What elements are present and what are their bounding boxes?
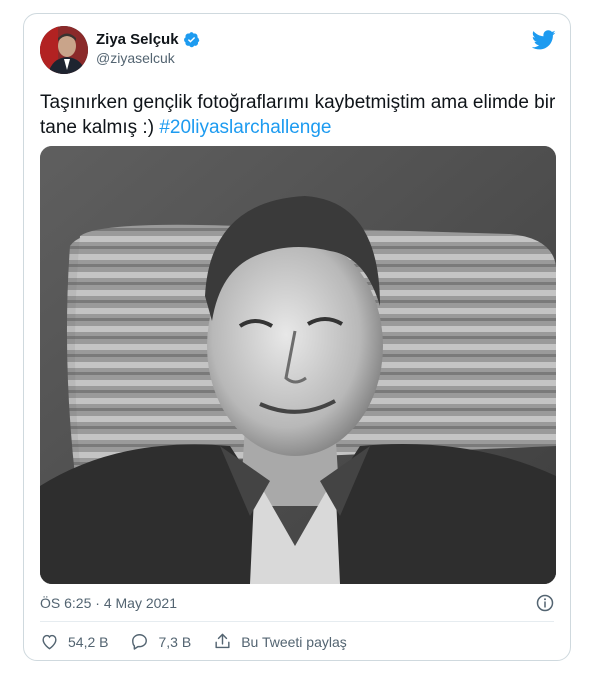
author-display-name[interactable]: Ziya Selçuk xyxy=(96,31,179,48)
info-icon[interactable] xyxy=(536,594,554,612)
verified-badge-icon xyxy=(183,32,199,48)
hashtag-link[interactable]: #20liyaslarchallenge xyxy=(159,117,331,138)
tweet-photo[interactable] xyxy=(40,146,556,584)
reply-count: 7,3 B xyxy=(158,633,192,650)
author-block: Ziya Selçuk @ziyaselcuk xyxy=(96,31,200,66)
action-bar: 54,2 B 7,3 B Bu Tweeti paylaş xyxy=(40,632,369,651)
reply-button[interactable]: 7,3 B xyxy=(130,632,191,651)
author-name-row[interactable]: Ziya Selçuk xyxy=(96,31,200,48)
divider xyxy=(40,621,554,622)
tweet-card: Ziya Selçuk @ziyaselcuk Taşınırken gençl… xyxy=(23,13,571,661)
share-icon xyxy=(215,633,230,649)
heart-icon xyxy=(42,634,57,650)
share-label: Bu Tweeti paylaş xyxy=(241,633,347,650)
like-button[interactable]: 54,2 B xyxy=(40,632,108,651)
tweet-text: Taşınırken gençlik fotoğraflarımı kaybet… xyxy=(40,90,560,140)
like-count: 54,2 B xyxy=(68,633,109,650)
share-button[interactable]: Bu Tweeti paylaş xyxy=(213,632,347,651)
twitter-bird-icon[interactable] xyxy=(532,28,556,52)
author-handle[interactable]: @ziyaselcuk xyxy=(96,50,200,66)
meta-separator: · xyxy=(91,595,104,611)
tweet-photo-image xyxy=(40,146,556,584)
tweet-time[interactable]: ÖS 6:25 xyxy=(40,595,91,611)
reply-icon xyxy=(132,634,148,650)
avatar-image xyxy=(40,26,88,74)
avatar[interactable] xyxy=(40,26,88,74)
tweet-date[interactable]: 4 May 2021 xyxy=(104,595,177,611)
tweet-timestamp[interactable]: ÖS 6:25 · 4 May 2021 xyxy=(40,595,177,611)
